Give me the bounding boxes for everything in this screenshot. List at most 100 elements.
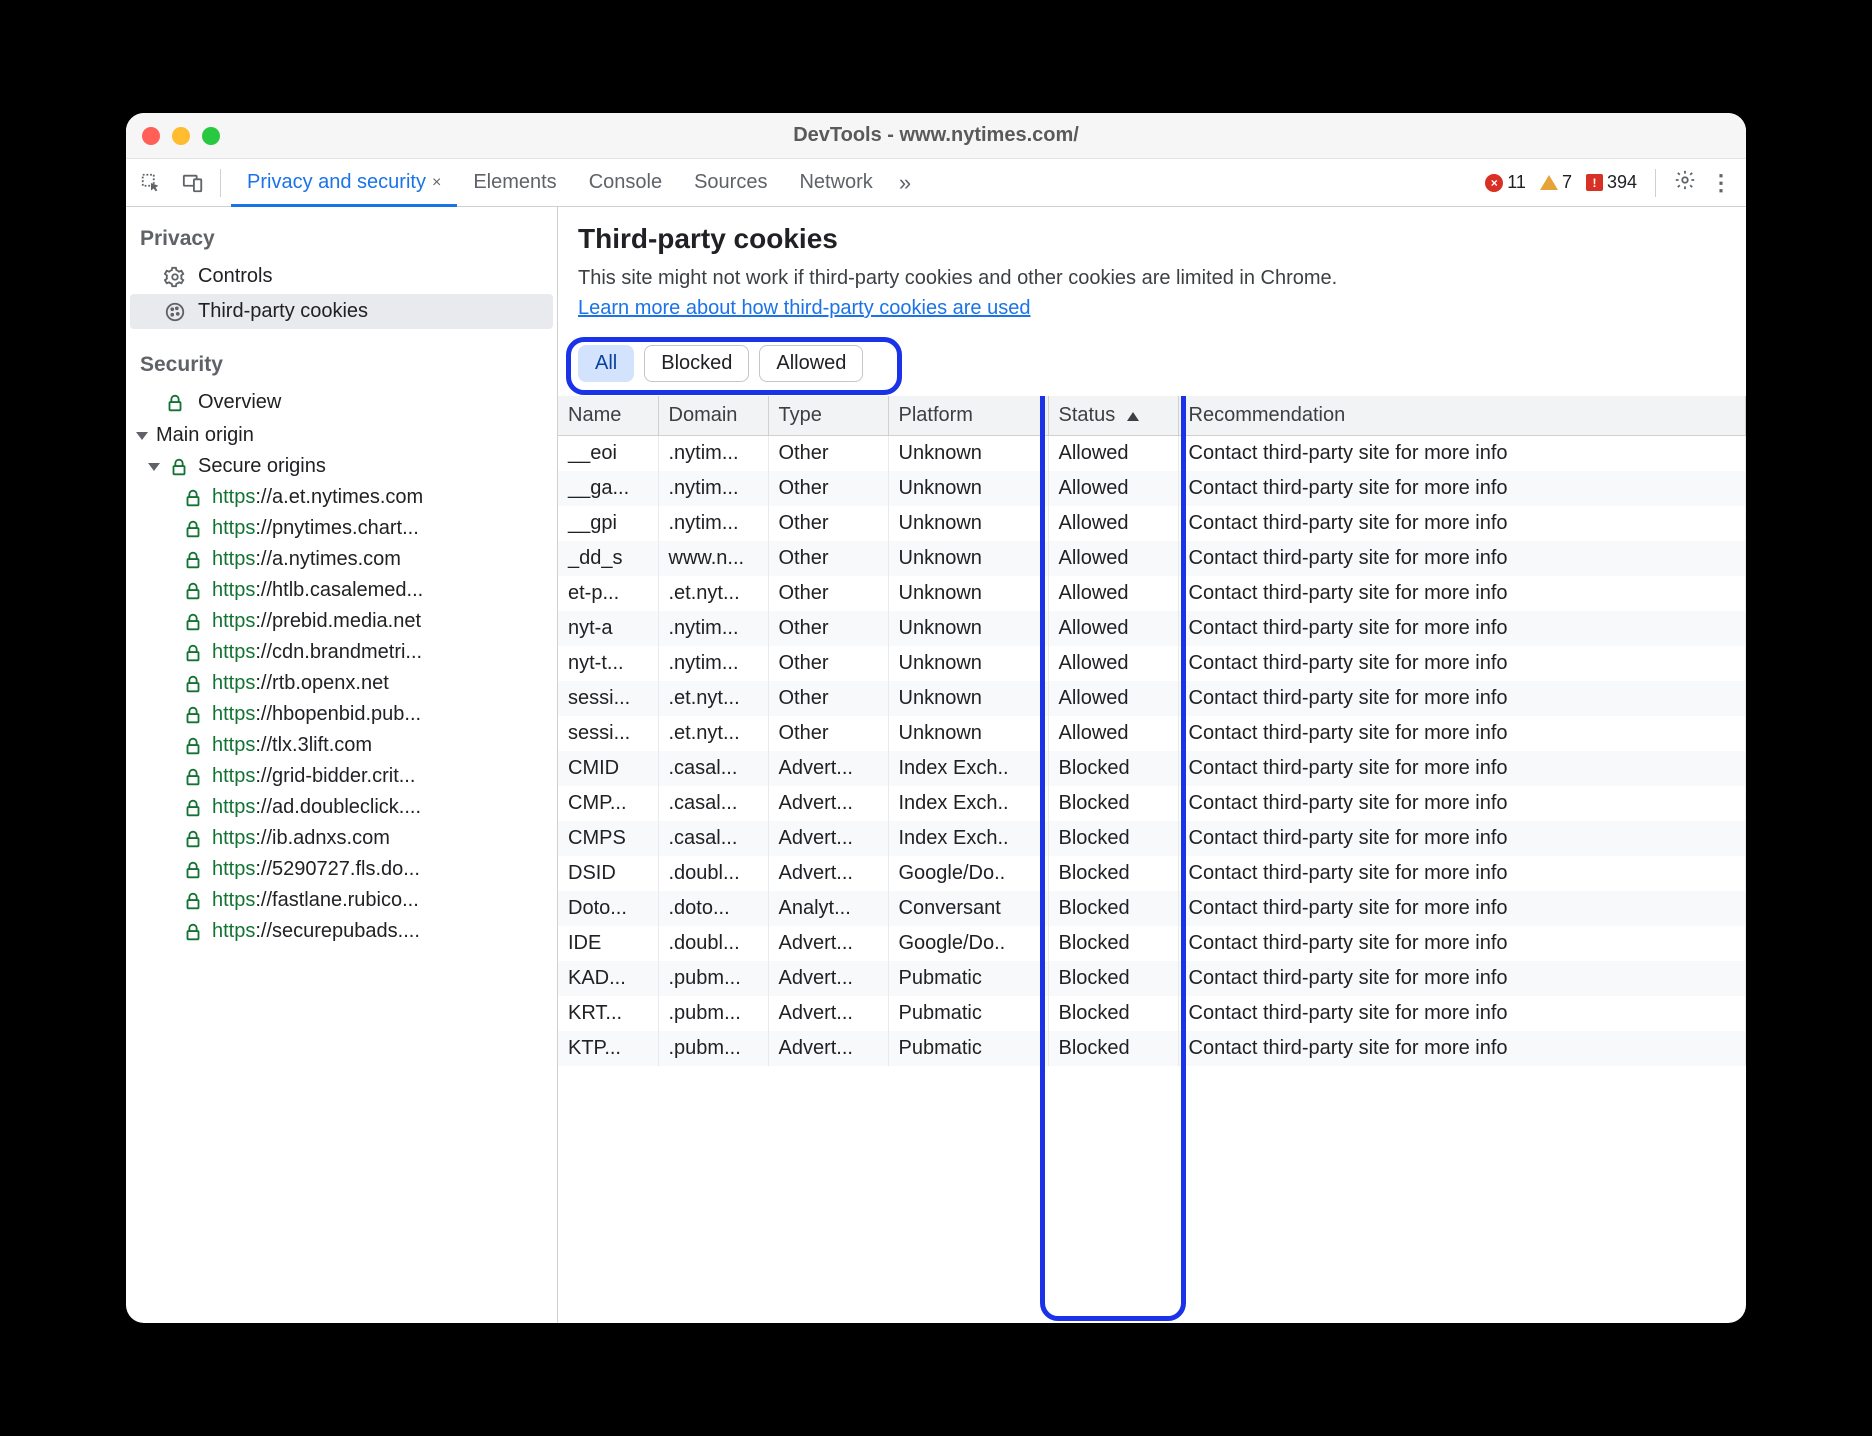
origin-item[interactable]: https://ib.adnxs.com <box>126 823 557 854</box>
table-row[interactable]: __eoi.nytim...OtherUnknownAllowedContact… <box>558 436 1746 472</box>
column-header-recommendation[interactable]: Recommendation <box>1178 396 1746 436</box>
sidebar-item-overview[interactable]: Overview <box>126 385 557 420</box>
sidebar-item-controls[interactable]: Controls <box>126 259 557 294</box>
table-row[interactable]: KRT....pubm...Advert...PubmaticBlockedCo… <box>558 996 1746 1031</box>
tab-privacy-security[interactable]: Privacy and security × <box>231 159 457 206</box>
table-row[interactable]: et-p....et.nyt...OtherUnknownAllowedCont… <box>558 576 1746 611</box>
warning-icon <box>1540 175 1558 190</box>
filter-chip-allowed[interactable]: Allowed <box>759 345 863 382</box>
table-row[interactable]: sessi....et.nyt...OtherUnknownAllowedCon… <box>558 681 1746 716</box>
origin-item[interactable]: https://a.nytimes.com <box>126 544 557 575</box>
settings-gear-icon[interactable] <box>1674 169 1696 197</box>
filter-bar: All Blocked Allowed <box>558 335 1746 396</box>
learn-more-link[interactable]: Learn more about how third-party cookies… <box>578 297 1030 319</box>
cell-recommendation: Contact third-party site for more info <box>1178 891 1746 926</box>
table-row[interactable]: Doto....doto...Analyt...ConversantBlocke… <box>558 891 1746 926</box>
origin-item[interactable]: https://5290727.fls.do... <box>126 854 557 885</box>
table-row[interactable]: __ga....nytim...OtherUnknownAllowedConta… <box>558 471 1746 506</box>
error-icon: × <box>1485 174 1503 192</box>
cell-recommendation: Contact third-party site for more info <box>1178 471 1746 506</box>
table-row[interactable]: sessi....et.nyt...OtherUnknownAllowedCon… <box>558 716 1746 751</box>
cell-recommendation: Contact third-party site for more info <box>1178 541 1746 576</box>
sidebar-item-label: Controls <box>198 265 272 288</box>
origin-item[interactable]: https://tlx.3lift.com <box>126 730 557 761</box>
column-header-name[interactable]: Name <box>558 396 658 436</box>
tab-label: Elements <box>473 171 556 194</box>
table-row[interactable]: _dd_swww.n...OtherUnknownAllowedContact … <box>558 541 1746 576</box>
more-tabs-button[interactable]: » <box>889 159 921 206</box>
sidebar-section-security: Security <box>126 347 557 385</box>
titlebar: DevTools - www.nytimes.com/ <box>126 113 1746 159</box>
inspect-element-icon[interactable] <box>132 166 170 200</box>
cell-platform: Index Exch.. <box>888 751 1048 786</box>
column-header-platform[interactable]: Platform <box>888 396 1048 436</box>
lock-icon <box>182 642 204 664</box>
origin-item[interactable]: https://a.et.nytimes.com <box>126 482 557 513</box>
origin-item[interactable]: https://grid-bidder.crit... <box>126 761 557 792</box>
table-row[interactable]: nyt-t....nytim...OtherUnknownAllowedCont… <box>558 646 1746 681</box>
more-menu-icon[interactable]: ⋮ <box>1710 170 1730 196</box>
close-icon[interactable]: × <box>432 174 441 192</box>
origin-item[interactable]: https://pnytimes.chart... <box>126 513 557 544</box>
tree-secure-origins[interactable]: Secure origins <box>126 451 557 482</box>
cell-name: IDE <box>558 926 658 961</box>
cell-recommendation: Contact third-party site for more info <box>1178 681 1746 716</box>
origin-url: https://htlb.casalemed... <box>212 579 423 602</box>
cell-domain: .nytim... <box>658 611 768 646</box>
lock-icon <box>182 673 204 695</box>
table-row[interactable]: KTP....pubm...Advert...PubmaticBlockedCo… <box>558 1031 1746 1066</box>
table-row[interactable]: CMID.casal...Advert...Index Exch..Blocke… <box>558 751 1746 786</box>
origin-item[interactable]: https://fastlane.rubico... <box>126 885 557 916</box>
divider <box>1655 169 1656 197</box>
issue-count[interactable]: ! 394 <box>1586 172 1637 193</box>
origin-item[interactable]: https://prebid.media.net <box>126 606 557 637</box>
cell-name: KAD... <box>558 961 658 996</box>
column-header-status[interactable]: Status <box>1048 396 1178 436</box>
cell-status: Allowed <box>1048 541 1178 576</box>
filter-chip-blocked[interactable]: Blocked <box>644 345 749 382</box>
tab-elements[interactable]: Elements <box>457 159 572 206</box>
device-toggle-icon[interactable] <box>174 166 212 200</box>
origin-item[interactable]: https://cdn.brandmetri... <box>126 637 557 668</box>
origin-item[interactable]: https://rtb.openx.net <box>126 668 557 699</box>
origin-item[interactable]: https://ad.doubleclick.... <box>126 792 557 823</box>
cell-type: Advert... <box>768 786 888 821</box>
table-row[interactable]: CMP....casal...Advert...Index Exch..Bloc… <box>558 786 1746 821</box>
cell-status: Blocked <box>1048 891 1178 926</box>
table-row[interactable]: KAD....pubm...Advert...PubmaticBlockedCo… <box>558 961 1746 996</box>
warning-count[interactable]: 7 <box>1540 172 1572 193</box>
tab-console[interactable]: Console <box>573 159 678 206</box>
column-header-domain[interactable]: Domain <box>658 396 768 436</box>
table-row[interactable]: DSID.doubl...Advert...Google/Do..Blocked… <box>558 856 1746 891</box>
sidebar-item-third-party-cookies[interactable]: Third-party cookies <box>130 294 553 329</box>
cell-recommendation: Contact third-party site for more info <box>1178 611 1746 646</box>
table-row[interactable]: nyt-a.nytim...OtherUnknownAllowedContact… <box>558 611 1746 646</box>
cell-recommendation: Contact third-party site for more info <box>1178 646 1746 681</box>
cell-name: KRT... <box>558 996 658 1031</box>
origin-url: https://cdn.brandmetri... <box>212 641 422 664</box>
origin-item[interactable]: https://hbopenbid.pub... <box>126 699 557 730</box>
cell-platform: Pubmatic <box>888 996 1048 1031</box>
error-count[interactable]: × 11 <box>1485 172 1526 193</box>
origin-item[interactable]: https://securepubads.... <box>126 916 557 947</box>
lock-icon <box>182 921 204 943</box>
cell-platform: Unknown <box>888 506 1048 541</box>
cell-domain: .doubl... <box>658 926 768 961</box>
table-row[interactable]: CMPS.casal...Advert...Index Exch..Blocke… <box>558 821 1746 856</box>
issue-count-value: 394 <box>1607 172 1637 193</box>
cell-type: Other <box>768 576 888 611</box>
tab-network[interactable]: Network <box>783 159 888 206</box>
divider <box>220 169 221 197</box>
cell-type: Advert... <box>768 821 888 856</box>
tree-main-origin[interactable]: Main origin <box>126 420 557 451</box>
table-row[interactable]: __gpi.nytim...OtherUnknownAllowedContact… <box>558 506 1746 541</box>
tab-sources[interactable]: Sources <box>678 159 783 206</box>
page-title: Third-party cookies <box>578 223 1726 255</box>
cell-type: Other <box>768 506 888 541</box>
table-row[interactable]: IDE.doubl...Advert...Google/Do..BlockedC… <box>558 926 1746 961</box>
filter-chip-all[interactable]: All <box>578 345 634 382</box>
cookies-table-wrap[interactable]: Name Domain Type Platform Status Recomme… <box>558 396 1746 1323</box>
column-header-type[interactable]: Type <box>768 396 888 436</box>
cell-name: __ga... <box>558 471 658 506</box>
origin-item[interactable]: https://htlb.casalemed... <box>126 575 557 606</box>
